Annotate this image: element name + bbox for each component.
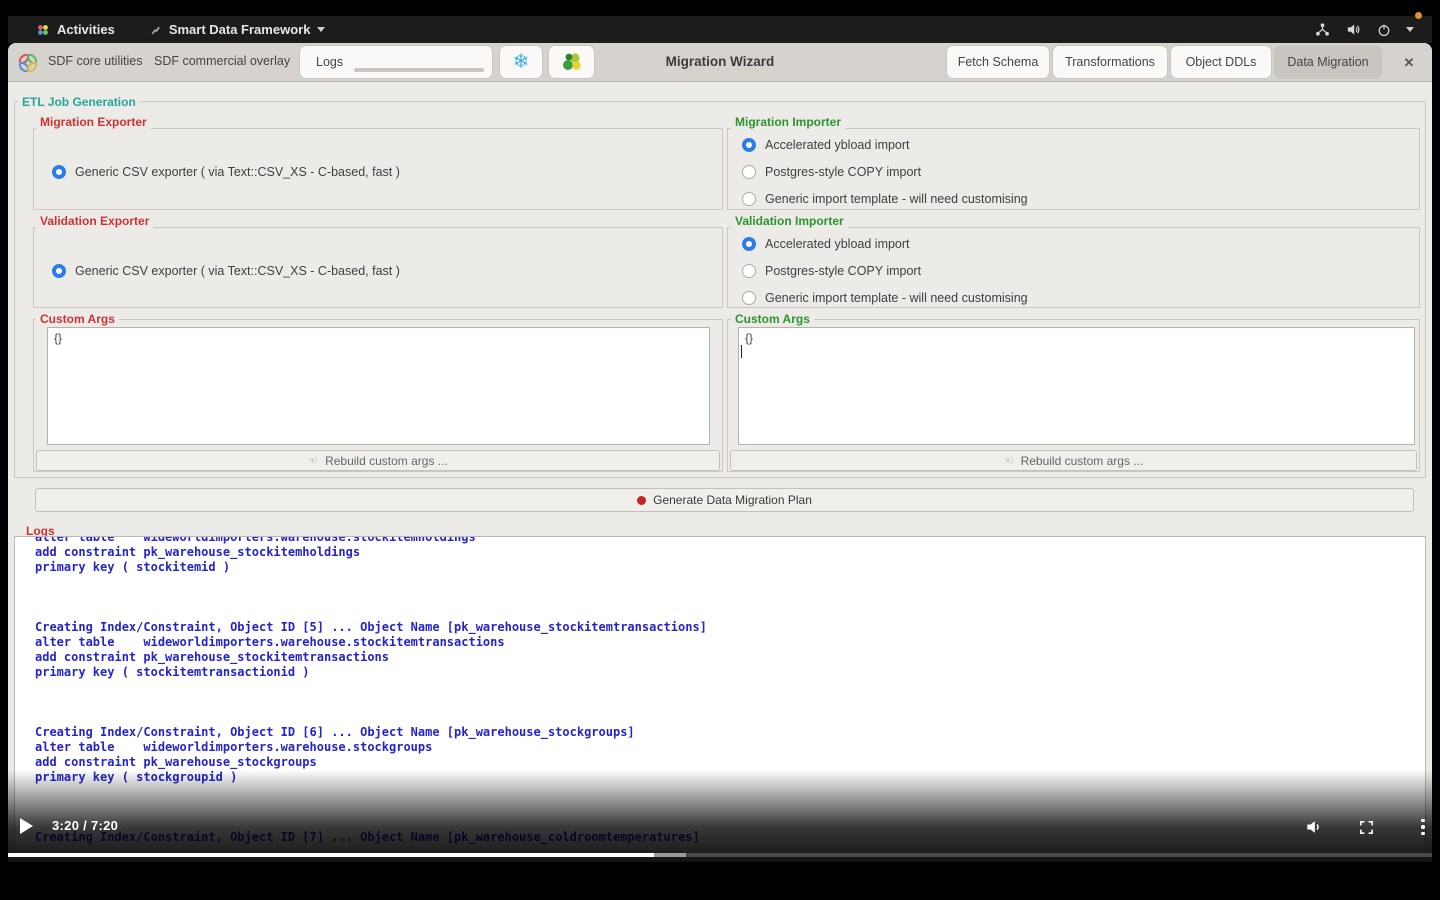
tab-transformations-label: Transformations — [1065, 55, 1155, 69]
logs-progress-track — [354, 68, 484, 72]
video-frame: Activities Smart Data Framework — [0, 0, 1440, 900]
speaker-icon — [1304, 817, 1324, 837]
radio-unselected-icon — [742, 291, 756, 305]
snowflake-button[interactable]: ❄ — [500, 46, 542, 78]
cluster-button[interactable] — [549, 46, 594, 78]
tab-object-ddls[interactable]: Object DDLs — [1171, 46, 1271, 78]
radio-validation-exporter-csv[interactable]: Generic CSV exporter ( via Text::CSV_XS … — [52, 263, 400, 278]
notification-dot — [1415, 12, 1422, 19]
validation-importer-title: Validation Importer — [731, 214, 848, 228]
system-menu-caret-icon[interactable] — [1406, 27, 1414, 32]
tab-transformations[interactable]: Transformations — [1053, 46, 1167, 78]
custom-args-left-title: Custom Args — [36, 312, 119, 326]
radio-validation-importer-ybload[interactable]: Accelerated ybload import — [742, 236, 910, 251]
radio-selected-icon — [742, 237, 756, 251]
record-dot-icon — [637, 496, 646, 505]
kebab-icon — [1421, 819, 1425, 823]
close-icon[interactable]: ✕ — [1398, 52, 1420, 74]
radio-migration-importer-copy[interactable]: Postgres-style COPY import — [742, 164, 921, 179]
sdf-core-utilities-button[interactable]: SDF core utilities — [48, 50, 142, 72]
activities-button[interactable]: Activities — [26, 22, 125, 37]
radio-unselected-icon — [742, 165, 756, 179]
power-icon[interactable] — [1376, 22, 1392, 38]
custom-args-right-input[interactable]: {} — [738, 327, 1415, 445]
app-menu-icon — [149, 23, 162, 36]
volume-icon[interactable] — [1345, 21, 1362, 38]
sdf-commercial-overlay-button[interactable]: SDF commercial overlay — [154, 50, 290, 72]
radio-selected-icon — [52, 264, 66, 278]
video-controls-gradient — [0, 770, 1440, 862]
video-seekbar[interactable] — [8, 853, 1432, 857]
migration-exporter-title: Migration Exporter — [36, 115, 151, 129]
seekbar-played — [8, 853, 654, 857]
rebuild-icon: ☜ — [1004, 454, 1014, 467]
etl-group-title: ETL Job Generation — [18, 95, 140, 109]
radio-migration-importer-ybload[interactable]: Accelerated ybload import — [742, 137, 910, 152]
player-menu-button[interactable] — [1412, 816, 1434, 838]
cluster-dots-icon — [560, 50, 584, 74]
logs-tab-label: Logs — [316, 55, 343, 69]
tab-data-migration-label: Data Migration — [1287, 55, 1368, 69]
radio-selected-icon — [742, 138, 756, 152]
app-menu-label: Smart Data Framework — [169, 22, 311, 37]
radio-unselected-icon — [742, 192, 756, 206]
migration-importer-title: Migration Importer — [731, 115, 845, 129]
tab-data-migration[interactable]: Data Migration — [1275, 46, 1381, 78]
logs-tab-button[interactable]: Logs — [300, 46, 492, 78]
radio-migration-importer-template[interactable]: Generic import template - will need cust… — [742, 191, 1028, 206]
snowflake-icon: ❄ — [513, 52, 530, 72]
player-volume-button[interactable] — [1303, 816, 1325, 838]
custom-args-left-input[interactable]: {} — [47, 327, 710, 445]
video-time-display: 3:20 / 7:20 — [52, 818, 118, 833]
validation-exporter-title: Validation Exporter — [36, 214, 153, 228]
tab-fetch-schema-label: Fetch Schema — [958, 55, 1039, 69]
tab-object-ddls-label: Object DDLs — [1186, 55, 1257, 69]
sdf-commercial-overlay-label: SDF commercial overlay — [154, 54, 290, 68]
gnome-top-bar: Activities Smart Data Framework — [8, 16, 1432, 43]
app-menu-button[interactable]: Smart Data Framework — [139, 22, 336, 37]
window-title: Migration Wizard — [620, 54, 820, 69]
radio-unselected-icon — [742, 264, 756, 278]
rebuild-icon: ☜ — [308, 454, 318, 467]
network-icon[interactable] — [1314, 21, 1331, 38]
generate-data-migration-plan-button[interactable]: Generate Data Migration Plan — [35, 488, 1414, 512]
tab-fetch-schema[interactable]: Fetch Schema — [947, 46, 1049, 78]
radio-validation-importer-copy[interactable]: Postgres-style COPY import — [742, 263, 921, 278]
activities-label: Activities — [57, 22, 115, 37]
sdf-core-utilities-label: SDF core utilities — [48, 54, 142, 68]
rebuild-custom-args-left-button[interactable]: ☜ Rebuild custom args ... — [36, 450, 720, 471]
sdf-logo-icon — [16, 51, 40, 75]
rebuild-custom-args-right-button[interactable]: ☜ Rebuild custom args ... — [730, 450, 1417, 471]
play-button[interactable] — [20, 818, 33, 834]
radio-validation-importer-template[interactable]: Generic import template - will need cust… — [742, 290, 1028, 305]
activities-icon — [36, 23, 50, 37]
fullscreen-button[interactable] — [1355, 816, 1377, 838]
radio-selected-icon — [52, 165, 66, 179]
text-cursor — [741, 345, 742, 358]
app-menu-caret-icon — [317, 27, 325, 32]
fullscreen-icon — [1358, 819, 1375, 836]
custom-args-right-title: Custom Args — [731, 312, 814, 326]
radio-migration-exporter-csv[interactable]: Generic CSV exporter ( via Text::CSV_XS … — [52, 164, 400, 179]
